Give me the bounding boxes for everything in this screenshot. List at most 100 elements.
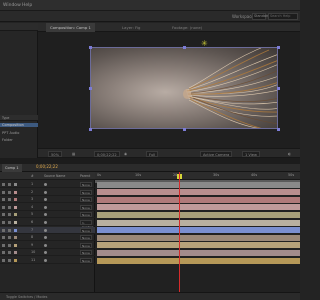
- visibility-eye-icon[interactable]: [2, 213, 5, 217]
- project-item-composition[interactable]: Composition: [0, 123, 38, 127]
- camera-select[interactable]: Active Camera: [200, 151, 233, 157]
- parent-select[interactable]: None: [80, 197, 92, 203]
- lock-icon[interactable]: [8, 243, 11, 247]
- parent-select[interactable]: None: [80, 204, 92, 210]
- time-ruler[interactable]: 0s 10s 20s 30s 40s 50s: [95, 172, 300, 180]
- lock-icon[interactable]: [8, 259, 11, 262]
- lock-icon[interactable]: [8, 228, 11, 232]
- lock-icon[interactable]: [8, 205, 11, 209]
- layer-row[interactable]: 6 1. Control 1: [0, 219, 95, 233]
- label-color-swatch[interactable]: [14, 221, 17, 224]
- label-color-swatch[interactable]: [14, 198, 17, 202]
- parent-select[interactable]: None: [80, 235, 92, 241]
- transform-handle-middle-right[interactable]: [277, 87, 280, 90]
- transform-handle-top-middle[interactable]: [183, 46, 186, 49]
- layer-duration-bar[interactable]: [97, 234, 300, 241]
- project-item-audio[interactable]: PPT Audio: [2, 131, 19, 135]
- layer-row[interactable]: 4 None: [0, 204, 95, 211]
- reset-exposure-icon[interactable]: ◐: [288, 151, 291, 157]
- layer-row[interactable]: 7 None: [0, 226, 95, 234]
- tab-layer[interactable]: Layer: Fig: [118, 23, 144, 32]
- transform-handle-middle-left[interactable]: [89, 87, 92, 90]
- lock-icon[interactable]: [8, 221, 11, 224]
- layer-duration-bar[interactable]: [97, 257, 300, 264]
- transform-handle-bottom-left[interactable]: [89, 128, 92, 131]
- timeline-timecode[interactable]: 0;00;22;22: [36, 164, 58, 169]
- visibility-eye-icon[interactable]: [2, 183, 5, 186]
- layer-row[interactable]: 5 None: [0, 211, 95, 219]
- visibility-eye-icon[interactable]: [2, 259, 5, 262]
- visibility-eye-icon[interactable]: [2, 205, 5, 209]
- parent-select[interactable]: None: [80, 258, 92, 263]
- transform-handle-bottom-right[interactable]: [277, 128, 280, 131]
- layer-row[interactable]: 8 None: [0, 234, 95, 242]
- layer-duration-bar[interactable]: [97, 249, 300, 256]
- timecode-display[interactable]: 0;00;22;22: [94, 151, 120, 157]
- parent-select[interactable]: None: [80, 242, 92, 248]
- label-color-swatch[interactable]: [14, 243, 17, 247]
- label-color-swatch[interactable]: [14, 183, 17, 186]
- visibility-eye-icon[interactable]: [2, 228, 5, 232]
- visibility-eye-icon[interactable]: [2, 221, 5, 224]
- layer-duration-bar[interactable]: [97, 181, 300, 188]
- layer-duration-bar[interactable]: [97, 189, 300, 196]
- tab-footage[interactable]: Footage: (none): [168, 23, 206, 32]
- visibility-eye-icon[interactable]: [2, 198, 5, 202]
- layer-row[interactable]: 1 None: [0, 181, 95, 188]
- label-color-swatch[interactable]: [14, 228, 17, 232]
- lock-icon[interactable]: [8, 236, 11, 240]
- lock-icon[interactable]: [8, 190, 11, 194]
- layer-duration-bar[interactable]: [97, 227, 300, 234]
- transform-handle-top-right[interactable]: [277, 46, 280, 49]
- zoom-select[interactable]: 50%: [48, 151, 62, 157]
- menu-item-help[interactable]: Help: [22, 3, 32, 8]
- transform-handle-bottom-middle[interactable]: [183, 128, 186, 131]
- parent-select[interactable]: None: [80, 250, 92, 256]
- parent-select[interactable]: None: [80, 212, 92, 218]
- label-color-swatch[interactable]: [14, 213, 17, 217]
- parent-select[interactable]: None: [80, 189, 92, 195]
- layer-row[interactable]: 10 None: [0, 249, 95, 257]
- visibility-eye-icon[interactable]: [2, 236, 5, 240]
- lock-icon[interactable]: [8, 213, 11, 217]
- resolution-select[interactable]: Full: [146, 151, 159, 157]
- views-select[interactable]: 1 View: [242, 151, 260, 157]
- label-color-swatch[interactable]: [14, 190, 17, 194]
- layer-duration-bar[interactable]: [97, 211, 300, 218]
- lock-icon[interactable]: [8, 198, 11, 202]
- parent-select[interactable]: 1. Control 1: [80, 220, 93, 233]
- timeline-graph[interactable]: 0s 10s 20s 30s 40s 50s: [95, 172, 300, 292]
- layer-row[interactable]: 3 None: [0, 196, 95, 204]
- search-help-input[interactable]: Search Help: [268, 13, 298, 20]
- label-color-swatch[interactable]: [14, 259, 17, 262]
- transform-handle-top-left[interactable]: [89, 46, 92, 49]
- layer-row[interactable]: 9 None: [0, 242, 95, 249]
- visibility-eye-icon[interactable]: [2, 243, 5, 247]
- menu-item-window[interactable]: Window: [3, 3, 21, 8]
- lock-icon[interactable]: [8, 183, 11, 186]
- parent-select[interactable]: None: [80, 227, 92, 233]
- workspace-select[interactable]: Standard: [252, 13, 269, 20]
- label-color-swatch[interactable]: [14, 251, 17, 255]
- layer-row[interactable]: 11 None: [0, 257, 95, 264]
- playhead[interactable]: [179, 172, 180, 292]
- toggle-switches-modes[interactable]: Toggle Switches / Modes: [6, 295, 47, 299]
- layer-duration-bar[interactable]: [97, 204, 300, 211]
- lock-icon[interactable]: [8, 251, 11, 255]
- label-color-swatch[interactable]: [14, 205, 17, 209]
- visibility-eye-icon[interactable]: [2, 190, 5, 194]
- tab-timeline-comp[interactable]: Comp 1: [2, 164, 22, 172]
- layer-duration-bar[interactable]: [97, 242, 300, 249]
- anchor-point-icon[interactable]: ✳: [201, 40, 208, 48]
- tab-composition[interactable]: Composition: Comp 1: [46, 23, 95, 32]
- camera-icon[interactable]: ◉: [124, 151, 127, 157]
- composition-frame[interactable]: [90, 47, 278, 129]
- label-color-swatch[interactable]: [14, 236, 17, 240]
- project-item-folder[interactable]: Folder: [2, 138, 13, 142]
- layer-duration-bar[interactable]: [97, 219, 300, 226]
- visibility-eye-icon[interactable]: [2, 251, 5, 255]
- grid-icon[interactable]: ▦: [72, 151, 75, 157]
- layer-row[interactable]: 2 None: [0, 189, 95, 196]
- composition-viewer[interactable]: ✳: [38, 32, 300, 148]
- parent-select[interactable]: None: [80, 182, 92, 187]
